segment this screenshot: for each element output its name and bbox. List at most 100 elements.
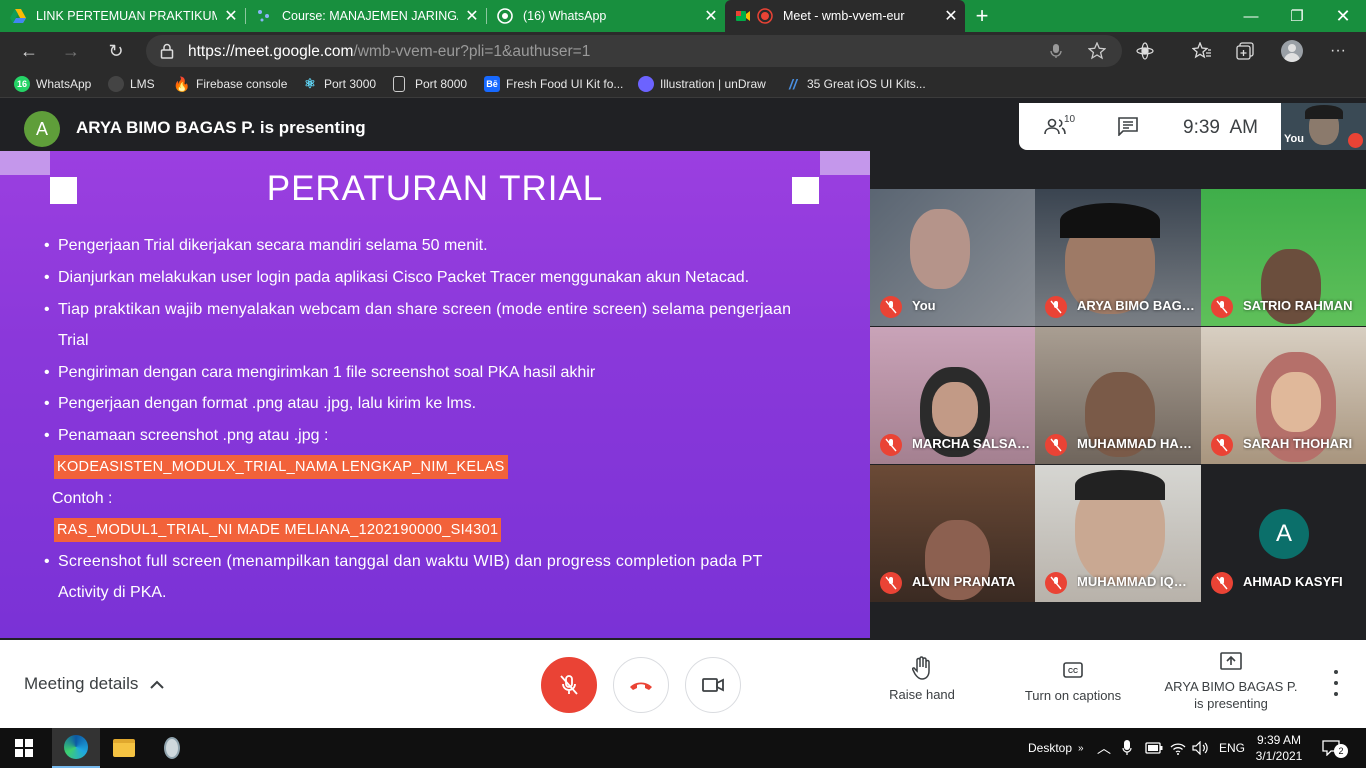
bookmark-label: Firebase console: [196, 77, 288, 91]
desktop-toolbar[interactable]: Desktop»: [1028, 728, 1084, 768]
captions-button[interactable]: CC Turn on captions: [1013, 656, 1133, 703]
participant-tile[interactable]: MUHAMMAD IQBAL: [1035, 465, 1201, 602]
profile-avatar[interactable]: [1281, 40, 1303, 62]
camera-icon: [702, 678, 724, 692]
app-taskbar-icon[interactable]: [148, 728, 196, 768]
back-icon[interactable]: ←: [14, 36, 44, 66]
tab-meet-active[interactable]: Meet - wmb-vvem-eur ✕: [725, 0, 965, 32]
bookmark-label: Fresh Food UI Kit fo...: [506, 77, 624, 91]
mic-off-icon: [1045, 296, 1067, 318]
browser-tab-strip: LINK PERTEMUAN PRAKTIKUM M ✕ Course: MAN…: [0, 0, 1366, 32]
minimize-icon[interactable]: —: [1228, 0, 1274, 32]
microphone-icon[interactable]: [1050, 43, 1062, 59]
undraw-icon: [638, 76, 654, 92]
more-menu-icon[interactable]: ···: [1323, 36, 1353, 66]
participant-tile[interactable]: You: [870, 189, 1035, 326]
new-tab-button[interactable]: +: [962, 0, 1002, 32]
bookmark-undraw[interactable]: Illustration | unDraw: [638, 76, 766, 92]
bookmark-fresh-food[interactable]: Bē Fresh Food UI Kit fo...: [484, 76, 623, 92]
participant-name: ARYA BIMO BAGAS P.: [1077, 298, 1195, 313]
present-screen-icon: [1220, 652, 1242, 670]
raise-hand-label: Raise hand: [889, 687, 955, 702]
chevron-up-icon: [150, 680, 165, 689]
mic-off-icon: [1211, 572, 1233, 594]
react-icon: ⚛: [304, 76, 316, 91]
chat-icon[interactable]: [1118, 117, 1138, 136]
notification-center-icon[interactable]: 2: [1322, 728, 1348, 768]
tab-course[interactable]: Course: MANAJEMEN JARINGAN ✕: [246, 0, 486, 32]
bookmark-port-8000[interactable]: Port 8000: [393, 76, 467, 92]
extension-icon[interactable]: [1136, 42, 1154, 60]
restore-icon[interactable]: ❐: [1274, 0, 1320, 32]
edge-taskbar-icon[interactable]: [52, 728, 100, 768]
url-host: https://meet.google.com: [188, 43, 354, 60]
file-explorer-icon[interactable]: [100, 728, 148, 768]
mic-off-icon: [560, 675, 578, 695]
participant-tile[interactable]: ARYA BIMO BAGAS P.: [1035, 189, 1201, 326]
camera-toggle-button[interactable]: [685, 657, 741, 713]
lms-course-icon: [258, 10, 269, 22]
mic-off-icon: [1348, 133, 1363, 148]
bookmark-firebase[interactable]: 🔥 Firebase console: [173, 76, 288, 92]
tab-title: Course: MANAJEMEN JARINGAN: [282, 9, 458, 23]
tray-chevron-icon[interactable]: ︿: [1097, 728, 1111, 768]
close-tab-icon[interactable]: ✕: [697, 6, 725, 26]
close-tab-icon[interactable]: ✕: [937, 6, 965, 26]
more-options-icon[interactable]: [1326, 670, 1346, 696]
participant-tile[interactable]: MARCHA SALSABILA: [870, 327, 1035, 464]
mic-off-icon: [880, 296, 902, 318]
microphone-tray-icon[interactable]: [1122, 728, 1132, 768]
filename-example-highlight: RAS_MODUL1_TRIAL_NI MADE MELIANA_1202190…: [54, 518, 502, 542]
ios-kits-icon: //: [789, 76, 797, 92]
forward-icon[interactable]: →: [56, 36, 86, 66]
language-indicator[interactable]: ENG: [1219, 728, 1245, 768]
participant-name: MUHAMMAD HAFIZ: [1077, 436, 1195, 451]
close-tab-icon[interactable]: ✕: [458, 6, 486, 26]
wifi-icon[interactable]: [1170, 728, 1186, 768]
tab-whatsapp[interactable]: (16) WhatsApp ✕: [487, 0, 725, 32]
participant-tile[interactable]: A AHMAD KASYFI: [1201, 465, 1366, 602]
raise-hand-button[interactable]: Raise hand: [872, 656, 972, 702]
bookmark-whatsapp[interactable]: 16 WhatsApp: [14, 76, 91, 92]
self-view-thumbnail[interactable]: You: [1281, 103, 1366, 150]
favorites-icon[interactable]: [1192, 42, 1212, 60]
collections-icon[interactable]: [1236, 42, 1254, 60]
participant-name: MARCHA SALSABILA: [912, 436, 1030, 451]
bookmark-port-3000[interactable]: ⚛ Port 3000: [302, 76, 376, 92]
tab-title: (16) WhatsApp: [523, 9, 607, 23]
tab-praktikum-link[interactable]: LINK PERTEMUAN PRAKTIKUM M ✕: [0, 0, 245, 32]
volume-icon[interactable]: [1192, 728, 1208, 768]
leave-call-button[interactable]: [613, 657, 669, 713]
taskbar-clock[interactable]: 9:39 AM 3/1/2021: [1252, 728, 1306, 768]
reload-icon[interactable]: ↻: [101, 36, 131, 66]
participant-tile[interactable]: ALVIN PRANATA: [870, 465, 1035, 602]
close-tab-icon[interactable]: ✕: [217, 6, 245, 26]
address-bar[interactable]: https://meet.google.com/wmb-vvem-eur?pli…: [146, 35, 1122, 67]
participant-tile[interactable]: SARAH THOHARI: [1201, 327, 1366, 464]
close-window-icon[interactable]: ✕: [1320, 0, 1366, 32]
presenting-status[interactable]: ARYA BIMO BAGAS P. is presenting: [1160, 652, 1302, 712]
windows-start-icon[interactable]: [0, 728, 48, 768]
tab-title: LINK PERTEMUAN PRAKTIKUM M: [36, 9, 217, 23]
presentation-slide: PERATURAN TRIAL • Pengerjaan Trial dikerj…: [0, 151, 870, 638]
presenter-bar: A ARYA BIMO BAGAS P. is presenting: [0, 98, 1020, 150]
presenting-line1: ARYA BIMO BAGAS P.: [1164, 679, 1298, 694]
add-favorite-icon[interactable]: [1088, 42, 1106, 60]
presenter-avatar: A: [24, 111, 60, 147]
hang-up-icon: [630, 682, 652, 690]
taskbar-time: 9:39 AM: [1256, 733, 1302, 747]
participant-tile[interactable]: MUHAMMAD HAFIZ: [1035, 327, 1201, 464]
whatsapp-icon: [497, 8, 513, 24]
meet-main: A ARYA BIMO BAGAS P. is presenting 10 9:…: [0, 98, 1366, 728]
bookmark-lms[interactable]: LMS: [108, 76, 155, 92]
mic-toggle-button[interactable]: [541, 657, 597, 713]
participant-face: [1271, 372, 1321, 432]
bookmark-ios-ui-kits[interactable]: // 35 Great iOS UI Kits...: [785, 76, 926, 92]
svg-text:CC: CC: [1068, 668, 1078, 675]
participant-name: AHMAD KASYFI: [1243, 574, 1343, 589]
url-path: /wmb-vvem-eur?pli=1&authuser=1: [353, 43, 591, 60]
bookmark-label: 35 Great iOS UI Kits...: [807, 77, 926, 91]
participant-tile[interactable]: SATRIO RAHMAN: [1201, 189, 1366, 326]
battery-icon[interactable]: [1145, 728, 1163, 768]
meeting-details-button[interactable]: Meeting details: [24, 674, 165, 694]
